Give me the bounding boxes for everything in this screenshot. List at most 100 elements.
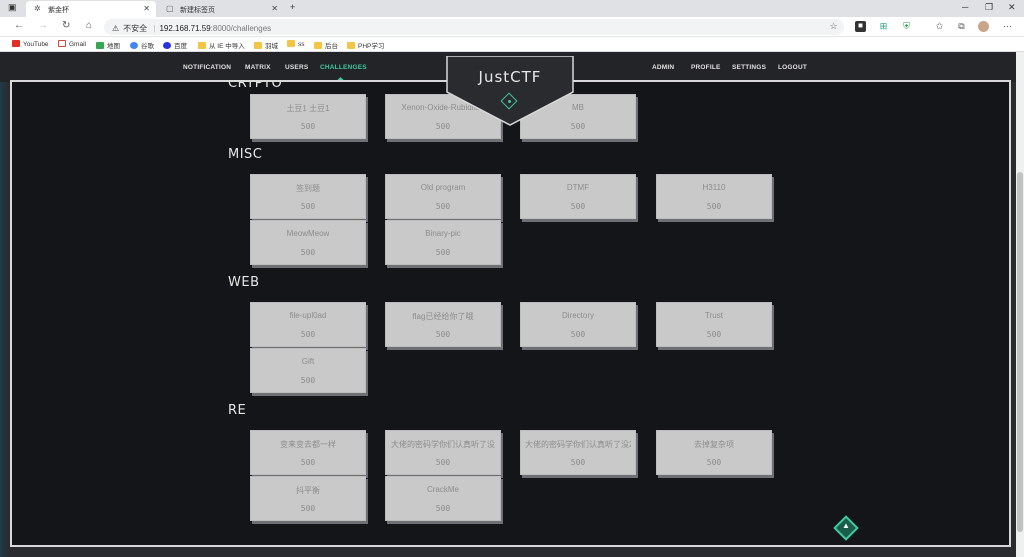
maps-icon	[96, 42, 104, 49]
nav-admin[interactable]: ADMIN	[652, 64, 674, 71]
challenge-card[interactable]: 土豆1 土豆1 500	[250, 94, 366, 139]
challenge-card[interactable]: Directory 500	[520, 302, 636, 347]
challenge-name: 抖平衡	[296, 486, 320, 495]
window-menu-icon[interactable]: ▣	[8, 2, 17, 13]
shield-icon[interactable]: ⛨	[901, 21, 912, 32]
challenge-points: 500	[300, 458, 316, 467]
challenge-points: 500	[435, 202, 451, 211]
bookmark-ie-import[interactable]: 从 IE 中导入	[198, 40, 245, 50]
avatar[interactable]	[978, 21, 989, 32]
challenge-card[interactable]: flag已经给你了哦 500	[385, 302, 501, 347]
bookmark-admin[interactable]: 后台	[314, 40, 338, 50]
challenge-card[interactable]: CrackMe 500	[385, 476, 501, 521]
challenge-name: Trust	[705, 311, 723, 320]
challenge-points: 500	[300, 122, 316, 131]
challenge-name: CrackMe	[426, 485, 459, 494]
back-icon[interactable]: ←	[14, 20, 24, 31]
challenge-points: 500	[706, 202, 722, 211]
challenge-name: Old program	[420, 183, 466, 192]
restore-icon[interactable]: ❐	[985, 2, 993, 13]
challenge-card[interactable]: 变来变去都一样 500	[250, 430, 366, 475]
challenge-points: 500	[435, 458, 451, 467]
bookmark-baidu[interactable]: 百度	[163, 40, 187, 50]
tab-favicon-icon: ✲	[34, 4, 41, 13]
challenge-card[interactable]: 大佬的密码学你们认真听了没2 500	[520, 430, 636, 475]
qr-extension-icon[interactable]: ⊞	[878, 21, 889, 32]
extension-icon[interactable]: ◼	[855, 21, 866, 32]
bookmarks-bar: YouTube Gmail 地图 谷歌 百度 从 IE 中导入 羽城 ss 后台…	[0, 37, 1024, 52]
site-logo[interactable]: JustCTF	[446, 68, 574, 86]
challenge-name: 签到题	[296, 184, 320, 193]
challenge-card[interactable]: H3110 500	[656, 174, 772, 219]
section-title: RE	[228, 403, 247, 418]
challenge-card[interactable]: Old program 500	[385, 174, 501, 219]
bookmark-gmail[interactable]: Gmail	[58, 40, 86, 48]
challenge-name: DTMF	[566, 183, 590, 192]
logo-badge	[446, 56, 574, 126]
forward-icon[interactable]: →	[38, 20, 48, 31]
url-input[interactable]: ⚠ 不安全 | 192.168.71.59:8000/challenges	[104, 19, 844, 35]
favorite-star-icon[interactable]: ☆	[828, 21, 839, 32]
favorites-icon[interactable]: ✩	[934, 21, 945, 32]
bookmark-youtube[interactable]: YouTube	[12, 40, 49, 48]
challenge-name: Directory	[561, 311, 594, 320]
challenge-name: 大佬的密码学你们认真听了没	[391, 440, 495, 449]
challenge-card[interactable]: Binary-pic 500	[385, 220, 501, 265]
page-icon: ▢	[166, 4, 174, 13]
nav-profile[interactable]: PROFILE	[691, 64, 721, 71]
address-bar: ← → ↻ ⌂ ⚠ 不安全 | 192.168.71.59:8000/challen…	[0, 17, 1024, 37]
url-path: :8000/challenges	[210, 24, 272, 33]
challenge-points: 500	[570, 458, 586, 467]
challenge-card[interactable]: 抖平衡 500	[250, 476, 366, 521]
challenge-card[interactable]: 签到题 500	[250, 174, 366, 219]
minimize-icon[interactable]: ─	[962, 2, 968, 12]
challenge-card[interactable]: DTMF 500	[520, 174, 636, 219]
scrollbar-thumb[interactable]	[1017, 172, 1023, 532]
section-title: WEB	[228, 275, 260, 290]
challenge-card[interactable]: 大佬的密码学你们认真听了没 500	[385, 430, 501, 475]
nav-challenges[interactable]: CHALLENGES	[320, 64, 367, 71]
challenge-card[interactable]: Trust 500	[656, 302, 772, 347]
bookmark-google[interactable]: 谷歌	[130, 40, 154, 50]
nav-logout[interactable]: LOGOUT	[778, 64, 807, 71]
section-title: MISC	[228, 147, 263, 162]
challenge-name: H3110	[702, 183, 726, 192]
challenge-card[interactable]: Gift 500	[250, 348, 366, 393]
browser-tab-active[interactable]: ✲ 紫金杯 ✕	[26, 1, 156, 17]
bookmark-php[interactable]: PHP学习	[347, 40, 384, 50]
nav-settings[interactable]: SETTINGS	[732, 64, 766, 71]
nav-users[interactable]: USERS	[285, 64, 308, 71]
challenge-name: 大佬的密码学你们认真听了没2	[525, 440, 631, 449]
collections-icon[interactable]: ⧉	[956, 21, 967, 32]
challenge-card[interactable]: 去掉复杂项 500	[656, 430, 772, 475]
reload-icon[interactable]: ↻	[62, 20, 70, 31]
bookmark-ss[interactable]: ss	[287, 40, 305, 48]
challenge-name: Gift	[301, 357, 315, 366]
folder-icon	[314, 42, 322, 49]
browser-tab-new[interactable]: ▢ 新建标签页 ✕	[158, 1, 284, 17]
home-icon[interactable]: ⌂	[86, 20, 92, 31]
tab-title: 紫金杯	[48, 7, 69, 14]
challenge-board: CRYPTO 土豆1 土豆1 500 Xenon-Oxide-Rubidium 500 M…	[10, 80, 1011, 547]
bookmark-maps[interactable]: 地图	[96, 40, 120, 50]
challenge-card[interactable]: file-upl0ad 500	[250, 302, 366, 347]
challenge-points: 500	[300, 504, 316, 513]
nav-matrix[interactable]: MATRIX	[245, 64, 271, 71]
baidu-icon	[163, 42, 171, 49]
challenge-card[interactable]: MeowMeow 500	[250, 220, 366, 265]
more-menu-icon[interactable]: ⋯	[1002, 21, 1013, 32]
close-icon[interactable]: ✕	[271, 4, 278, 13]
challenge-points: 500	[300, 248, 316, 257]
close-icon[interactable]: ✕	[143, 4, 150, 13]
challenge-name: MeowMeow	[286, 229, 330, 238]
new-tab-icon[interactable]: +	[290, 2, 295, 12]
window-close-icon[interactable]: ✕	[1008, 2, 1016, 13]
nav-notification[interactable]: NOTIFICATION	[183, 64, 231, 71]
tab-title: 新建标签页	[180, 7, 215, 14]
google-icon	[130, 42, 138, 49]
challenge-name: flag已经给你了哦	[412, 312, 474, 321]
bookmark-yucheng[interactable]: 羽城	[254, 40, 278, 50]
page-viewport: NOTIFICATION MATRIX USERS CHALLENGES ADM…	[0, 52, 1024, 557]
challenge-name: 变来变去都一样	[280, 440, 336, 449]
youtube-icon	[12, 40, 20, 47]
